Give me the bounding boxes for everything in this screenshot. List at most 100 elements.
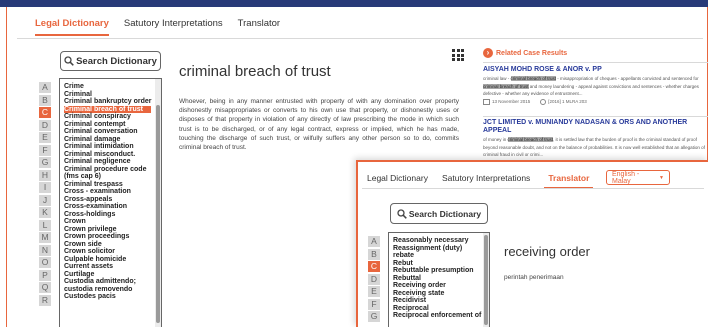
tab-divider (17, 38, 703, 39)
word-list-item[interactable]: Criminal trespass (64, 181, 161, 189)
language-select[interactable]: English - Malay ▼ (606, 170, 670, 185)
search-icon (397, 208, 407, 219)
related-cases-title: Related Case Results (496, 49, 568, 57)
word-list-item[interactable]: Curtilage (64, 271, 161, 279)
letter-f[interactable]: F (368, 298, 380, 310)
chevron-right-icon: › (483, 48, 493, 58)
word-list-item[interactable]: Crown (64, 218, 161, 226)
scrollbar-thumb[interactable] (484, 235, 488, 325)
letter-q[interactable]: Q (39, 282, 51, 293)
word-list-item[interactable]: Criminal damage (64, 136, 161, 144)
word-list-scrollbar[interactable] (483, 233, 489, 327)
translator-panel: Legal Dictionary Satutory Interpretation… (356, 160, 708, 327)
tab-divider (362, 188, 704, 189)
word-list-item[interactable]: Criminal conversation (64, 128, 161, 136)
tab-legal-dictionary[interactable]: Legal Dictionary (367, 173, 428, 189)
letter-a[interactable]: A (368, 236, 380, 247)
word-list-item[interactable]: Culpable homicide (64, 256, 161, 264)
search-dictionary-label: Search Dictionary (408, 208, 482, 219)
tab-legal-dictionary[interactable]: Legal Dictionary (35, 18, 109, 36)
word-list-item[interactable]: Crown side (64, 241, 161, 249)
word-list-item[interactable]: Cross-examination (64, 203, 161, 211)
search-dictionary-button[interactable]: Search Dictionary (390, 203, 488, 224)
tab-translator[interactable]: Translator (238, 18, 280, 36)
letter-b[interactable]: B (39, 94, 51, 106)
word-list-item[interactable]: Reciprocal enforcement of (393, 312, 489, 320)
word-list-item[interactable]: Cross-holdings (64, 211, 161, 219)
word-list-item[interactable]: Criminal bankruptcy order (64, 98, 161, 106)
case-result: AISYAH MOHD ROSE & ANOR v. PP criminal l… (483, 66, 708, 105)
word-list-item[interactable]: Crown solicitor (64, 248, 161, 256)
word-list-item[interactable]: Receiving state (393, 290, 489, 298)
grid-menu-icon[interactable] (452, 49, 464, 61)
word-list[interactable]: Crime Criminal Criminal bankruptcy order Cr… (59, 78, 162, 327)
tab-translator[interactable]: Translator (544, 173, 594, 189)
word-list-item[interactable]: Rebuttal (393, 275, 489, 283)
word-list-item[interactable]: Criminal (64, 91, 161, 99)
letter-l[interactable]: L (39, 219, 51, 231)
word-list-item[interactable]: Reassignment (duty) (393, 245, 489, 253)
case-result: JCT LIMITED v. MUNIANDY NADASAN & ORS AN… (483, 119, 708, 159)
word-list-item[interactable]: Criminal contempt (64, 121, 161, 129)
word-list-item[interactable]: rebate (393, 252, 489, 260)
word-list-item[interactable]: Criminal procedure code (fms cap 6) (64, 166, 161, 181)
case-title[interactable]: JCT LIMITED v. MUNIANDY NADASAN & ORS AN… (483, 119, 708, 135)
case-snippet: criminal law - criminal breach of trust … (483, 76, 699, 96)
letter-r[interactable]: R (39, 294, 51, 306)
letter-j[interactable]: J (39, 194, 51, 206)
letter-d[interactable]: D (368, 273, 380, 285)
letter-f[interactable]: F (39, 144, 51, 156)
word-list-item[interactable]: Criminal conspiracy (64, 113, 161, 121)
word-list-item[interactable]: Reciprocal (393, 305, 489, 313)
word-list-item[interactable]: Crown proceedings (64, 233, 161, 241)
letter-i[interactable]: I (39, 182, 51, 193)
word-list-item[interactable]: Rebuttable presumption (393, 267, 489, 275)
letter-p[interactable]: P (39, 269, 51, 281)
word-list-item[interactable]: Criminal misconduct. (64, 151, 161, 159)
word-list[interactable]: Reasonably necessary Reassignment (duty) r… (388, 232, 490, 327)
translation-text: perintah penerimaan (504, 274, 564, 281)
word-list-item[interactable]: Crown privilege (64, 226, 161, 234)
case-divider (483, 116, 708, 117)
word-list-item[interactable]: Custodes pacis (64, 293, 161, 301)
tab-statutory-interpretations[interactable]: Satutory Interpretations (442, 173, 530, 189)
letter-c[interactable]: C (368, 261, 380, 272)
letter-n[interactable]: N (39, 244, 51, 256)
main-tab-bar: Legal Dictionary Satutory Interpretation… (35, 18, 295, 36)
letter-e[interactable]: E (368, 286, 380, 297)
letter-c[interactable]: C (39, 107, 51, 118)
tab-statutory-interpretations[interactable]: Satutory Interpretations (124, 18, 223, 36)
word-list-item[interactable]: Receiving order (393, 282, 489, 290)
letter-k[interactable]: K (39, 207, 51, 218)
case-title[interactable]: AISYAH MOHD ROSE & ANOR v. PP (483, 66, 708, 74)
letter-b[interactable]: B (368, 248, 380, 260)
word-list-item[interactable]: Cross-appeals (64, 196, 161, 204)
search-dictionary-button[interactable]: Search Dictionary (60, 51, 161, 71)
word-list-item[interactable]: Criminal breach of trust (64, 105, 151, 113)
letter-h[interactable]: H (39, 169, 51, 181)
word-list-item[interactable]: Criminal intimidation (64, 143, 161, 151)
calendar-icon (483, 98, 490, 105)
letter-d[interactable]: D (39, 119, 51, 131)
word-list-item[interactable]: Reasonably necessary (393, 237, 489, 245)
letter-o[interactable]: O (39, 257, 51, 268)
case-snippet: of money in criminal breach of trust, it… (483, 137, 705, 157)
word-list-item[interactable]: Cross - examination (64, 188, 161, 196)
letter-g[interactable]: G (368, 311, 380, 322)
letter-e[interactable]: E (39, 132, 51, 143)
word-list-item[interactable]: Crime (64, 83, 161, 91)
word-list-scrollbar[interactable] (155, 79, 161, 327)
scrollbar-thumb[interactable] (156, 105, 160, 323)
letter-m[interactable]: M (39, 232, 51, 243)
word-list-item[interactable]: Criminal negligence (64, 158, 161, 166)
term-title: criminal breach of trust (179, 63, 331, 80)
letter-g[interactable]: G (39, 157, 51, 168)
letter-index: ABCDEFG (368, 236, 380, 324)
word-list-item[interactable]: Custodia admittendo; custodia removendo (64, 278, 161, 293)
word-list-item[interactable]: Current assets (64, 263, 161, 271)
term-definition: Whoever, being in any manner entrusted w… (179, 98, 459, 152)
word-list-item[interactable]: Recidivist (393, 297, 489, 305)
letter-a[interactable]: A (39, 82, 51, 93)
word-list-item[interactable]: Rebut (393, 260, 489, 268)
language-select-value: English - Malay (612, 170, 640, 185)
